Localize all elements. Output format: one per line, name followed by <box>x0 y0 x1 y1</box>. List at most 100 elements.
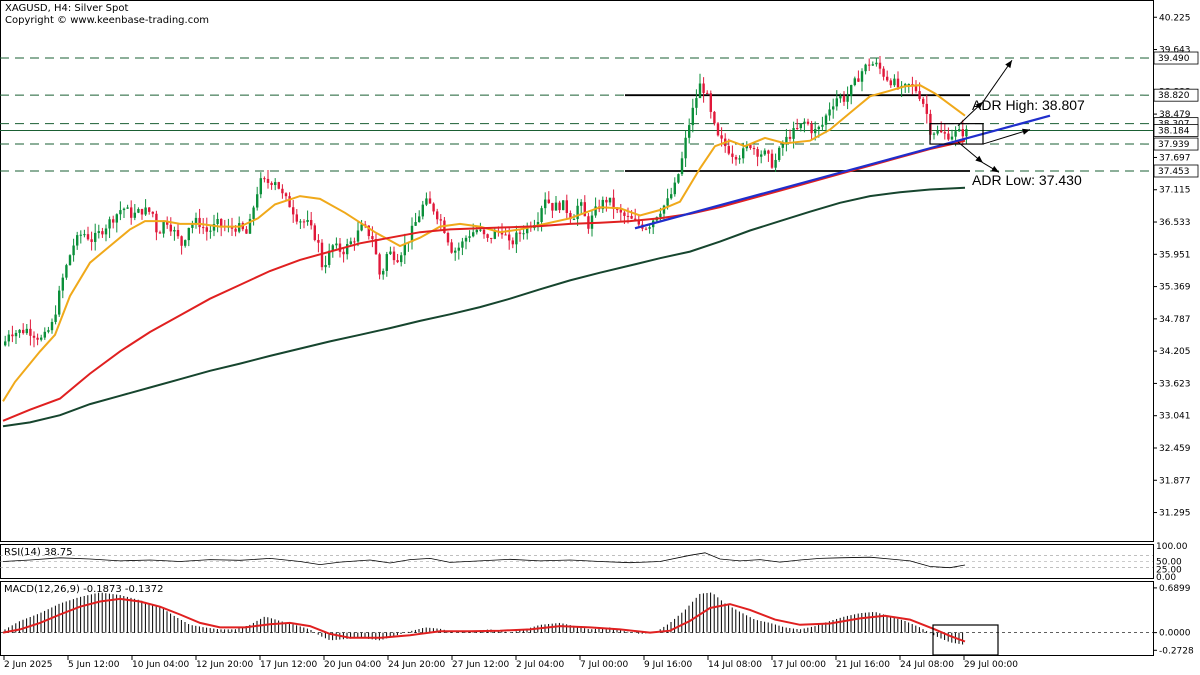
x-tick-label: 2 Jun 2025 <box>4 660 52 670</box>
macd-label: MACD(12,26,9) -0.1873 -0.1372 <box>4 584 164 595</box>
candle-body <box>122 208 126 211</box>
x-tick-label: 5 Jun 12:00 <box>68 660 120 670</box>
candle-body <box>626 215 630 217</box>
x-tick-label: 17 Jun 12:00 <box>260 660 317 670</box>
candle-body <box>670 194 673 199</box>
candle-body <box>576 205 579 220</box>
candle-body <box>184 240 187 246</box>
candle-body <box>302 221 306 223</box>
candle-body <box>306 219 309 222</box>
level-tag-label: 39.490 <box>1158 54 1190 64</box>
candle-body <box>202 227 205 229</box>
candle-body <box>47 330 50 332</box>
candle-body <box>806 121 810 124</box>
candle-body <box>860 71 864 82</box>
x-tick-label: 29 Jul 00:00 <box>964 660 1018 670</box>
candle-body <box>817 126 820 130</box>
y-tick-label: 37.697 <box>1159 153 1191 163</box>
candle-body <box>889 80 892 86</box>
candle-body <box>770 153 774 168</box>
candle-body <box>842 96 846 102</box>
candle-body <box>490 237 493 239</box>
y-tick-label: 34.205 <box>1159 347 1191 357</box>
candle-body <box>659 213 662 218</box>
candle-body <box>695 98 698 108</box>
candle-body <box>756 149 759 157</box>
candle-body <box>151 211 154 214</box>
candle-body <box>472 232 475 237</box>
candle-body <box>886 76 889 81</box>
candle-body <box>950 136 954 140</box>
candle-body <box>720 135 723 139</box>
candle-body <box>666 198 669 206</box>
chart-root: XAGUSD, H4: Silver Spot Copyright © www.… <box>0 0 1200 675</box>
candle-body <box>385 254 388 271</box>
candle-body <box>454 250 457 253</box>
candle-body <box>943 132 946 134</box>
candle-body <box>965 129 968 137</box>
candle-body <box>148 207 151 212</box>
candle-body <box>464 237 468 242</box>
candle-body <box>342 251 345 255</box>
candle-body <box>14 332 18 337</box>
candle-body <box>119 210 122 215</box>
candle-body <box>353 241 356 243</box>
candle-body <box>137 209 140 213</box>
candle-body <box>518 232 522 234</box>
candle-body <box>814 129 817 134</box>
macd-tick-label: -0.2728 <box>1159 646 1194 656</box>
y-tick-label: 33.623 <box>1159 379 1191 389</box>
candle-body <box>709 93 712 112</box>
candle-body <box>245 229 248 234</box>
candle-body <box>947 133 950 140</box>
candle-body <box>176 230 180 237</box>
candle-body <box>486 234 489 238</box>
candle-body <box>169 224 172 232</box>
candle-body <box>205 227 208 232</box>
x-tick-label: 2 Jul 04:00 <box>516 660 565 670</box>
candle-body <box>684 137 687 159</box>
candle-body <box>22 329 25 334</box>
candle-body <box>691 107 694 126</box>
candle-body <box>698 83 702 99</box>
x-tick-label: 17 Jul 00:00 <box>772 660 826 670</box>
candle-body <box>288 196 291 208</box>
x-tick-label: 14 Jul 08:00 <box>708 660 762 670</box>
candle-body <box>925 103 928 114</box>
candle-body <box>763 150 766 155</box>
candle-body <box>821 124 824 127</box>
candle-body <box>702 83 705 93</box>
candle-body <box>828 109 831 116</box>
candle-body <box>414 222 417 226</box>
y-tick-label: 31.877 <box>1159 476 1191 486</box>
candle-body <box>893 78 896 86</box>
candle-body <box>392 251 396 261</box>
candle-body <box>36 337 39 340</box>
candle-body <box>961 129 964 137</box>
candle-body <box>857 78 860 82</box>
candle-body <box>792 128 795 139</box>
candle-body <box>868 64 871 66</box>
candle-body <box>61 277 64 291</box>
candle-body <box>475 229 478 233</box>
candle-body <box>299 221 302 223</box>
candle-body <box>32 335 36 338</box>
candle-body <box>752 148 756 150</box>
candle-body <box>108 219 111 229</box>
candle-body <box>540 208 543 222</box>
candle-body <box>83 234 86 236</box>
candle-body <box>482 229 486 235</box>
candle-body <box>558 202 561 211</box>
chart-copyright: Copyright © www.keenbase-trading.com <box>5 15 209 26</box>
candle-body <box>86 234 90 240</box>
candle-body <box>220 218 223 227</box>
candle-body <box>824 115 828 125</box>
candle-body <box>40 337 43 340</box>
candle-body <box>439 219 442 221</box>
candle-body <box>634 218 637 220</box>
candle-body <box>274 182 277 186</box>
candle-body <box>468 236 471 238</box>
macd-tick-label: 0.0000 <box>1159 629 1191 639</box>
candle-body <box>760 154 763 157</box>
y-tick-label: 36.533 <box>1159 218 1191 228</box>
